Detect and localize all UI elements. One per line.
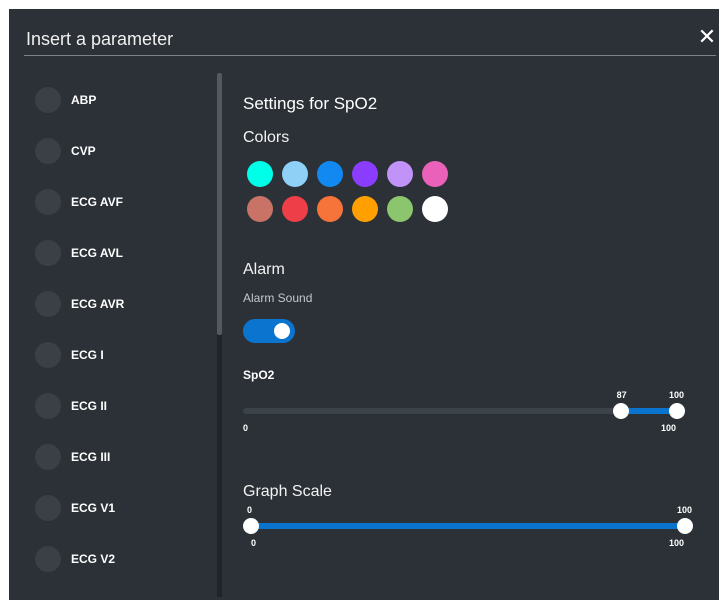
graph-scale-title: Graph Scale: [243, 483, 332, 500]
color-swatch[interactable]: [247, 196, 273, 222]
parameter-label: ECG V1: [71, 501, 116, 515]
parameter-radio-dot[interactable]: [35, 138, 61, 164]
color-swatch[interactable]: [352, 196, 378, 222]
alarm-title: Alarm: [243, 261, 285, 278]
parameter-radio-dot[interactable]: [35, 342, 61, 368]
slider-high-thumb[interactable]: [669, 403, 685, 419]
parameter-radio-dot[interactable]: [35, 87, 61, 113]
parameter-item-ecg-v1[interactable]: ECG V1: [35, 493, 115, 523]
parameter-radio-dot[interactable]: [35, 444, 61, 470]
parameter-radio-dot[interactable]: [35, 189, 61, 215]
parameter-item-ecg-ii[interactable]: ECG II: [35, 391, 107, 421]
slider-high-thumb[interactable]: [677, 518, 693, 534]
parameter-item-ecg-iii[interactable]: ECG III: [35, 442, 110, 472]
parameter-radio-dot[interactable]: [35, 240, 61, 266]
settings-title: Settings for SpO2: [243, 94, 378, 113]
parameter-label: ECG AVL: [71, 246, 124, 260]
parameter-label: CVP: [71, 144, 96, 158]
alarm-sound-label: Alarm Sound: [243, 291, 313, 305]
parameter-label: ECG I: [71, 348, 104, 362]
colors-title: Colors: [243, 129, 290, 146]
parameter-label: ECG II: [71, 399, 108, 413]
parameter-label: ECG III: [71, 450, 111, 464]
slider-track[interactable]: [243, 408, 677, 414]
color-swatch[interactable]: [422, 196, 448, 222]
parameter-item-ecg-avr[interactable]: ECG AVR: [35, 289, 124, 319]
color-swatch[interactable]: [422, 161, 448, 187]
slider-low-value: 0: [247, 505, 253, 515]
alarm-sound-toggle[interactable]: [243, 319, 295, 343]
parameter-item-ecg-avf[interactable]: ECG AVF: [35, 187, 123, 217]
toggle-knob: [274, 323, 290, 339]
parameter-item-ecg-v2[interactable]: ECG V2: [35, 544, 115, 574]
color-swatch[interactable]: [317, 161, 343, 187]
color-swatch[interactable]: [352, 161, 378, 187]
parameter-item-ecg-i[interactable]: ECG I: [35, 340, 104, 370]
color-swatch[interactable]: [247, 161, 273, 187]
title-divider: [24, 55, 716, 56]
parameter-label: ECG V2: [71, 552, 116, 566]
slider-low-value: 87: [616, 390, 627, 400]
color-swatch[interactable]: [282, 196, 308, 222]
color-swatch[interactable]: [282, 161, 308, 187]
parameter-radio-dot[interactable]: [35, 393, 61, 419]
color-swatch[interactable]: [387, 161, 413, 187]
spo2-slider-label: SpO2: [243, 368, 275, 382]
parameter-radio-dot[interactable]: [35, 546, 61, 572]
parameter-label: ECG AVR: [71, 297, 125, 311]
parameter-item-abp[interactable]: ABP: [35, 85, 96, 115]
slider-low-thumb[interactable]: [243, 518, 259, 534]
parameter-radio-dot[interactable]: [35, 291, 61, 317]
slider-max-label: 100: [661, 423, 677, 433]
slider-high-value: 100: [677, 505, 693, 515]
color-swatch[interactable]: [387, 196, 413, 222]
slider-max-label: 100: [669, 538, 685, 548]
close-icon[interactable]: ✕: [695, 25, 719, 49]
parameter-item-cvp[interactable]: CVP: [35, 136, 96, 166]
slider-low-thumb[interactable]: [612, 403, 629, 419]
slider-min-label: 0: [251, 538, 257, 548]
parameter-item-ecg-avl[interactable]: ECG AVL: [35, 238, 123, 268]
color-swatch[interactable]: [317, 196, 343, 222]
parameter-list-scrollbar[interactable]: [217, 73, 222, 597]
dialog-title: Insert a parameter: [26, 29, 174, 49]
insert-parameter-dialog: Insert a parameter ✕ ABP CVP ECG AVF ECG…: [9, 9, 719, 600]
parameter-label: ECG AVF: [71, 195, 124, 209]
slider-high-value: 100: [669, 390, 685, 400]
parameter-radio-dot[interactable]: [35, 495, 61, 521]
parameter-label: ABP: [71, 93, 97, 107]
scrollbar-thumb[interactable]: [217, 73, 222, 335]
slider-selected-range: [251, 523, 685, 529]
slider-min-label: 0: [243, 423, 249, 433]
